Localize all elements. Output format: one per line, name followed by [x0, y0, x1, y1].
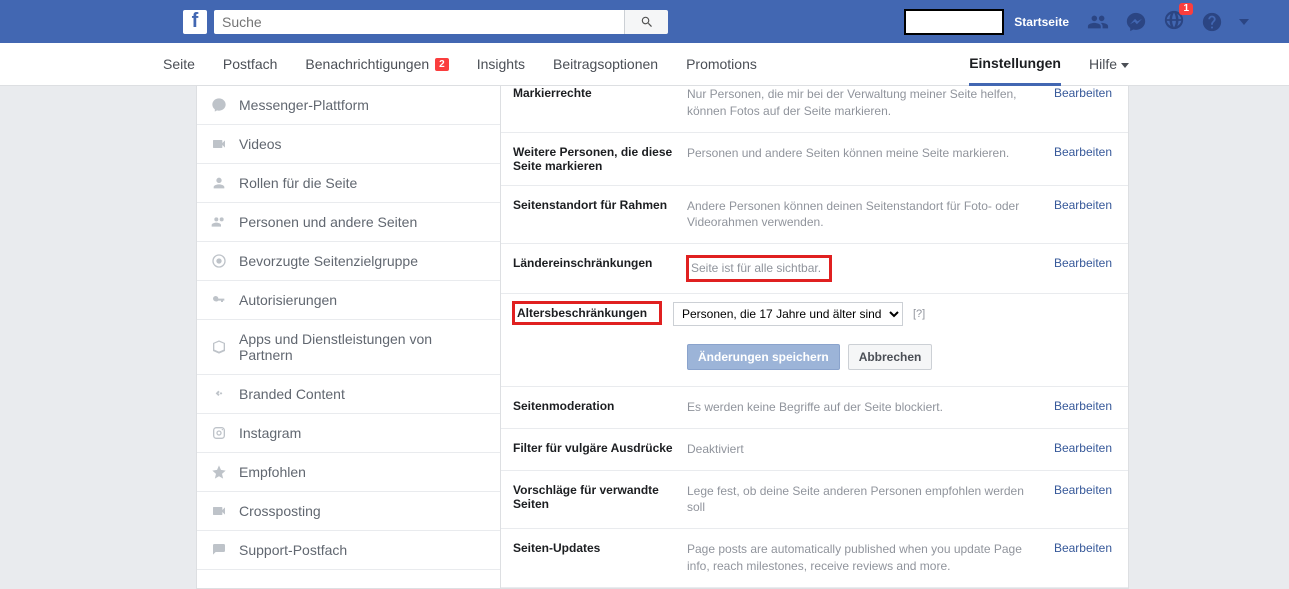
row-label-age: Altersbeschränkungen [513, 302, 661, 324]
row-desc-frame-loc: Andere Personen können deinen Seitenstan… [687, 198, 1042, 232]
edit-link-updates[interactable]: Bearbeiten [1054, 541, 1112, 575]
settings-panel: Markierrechte Nur Personen, die mir bei … [501, 86, 1129, 589]
edit-link-profanity[interactable]: Bearbeiten [1054, 441, 1112, 458]
notification-badge: 1 [1179, 3, 1193, 15]
edit-link-others-tag[interactable]: Bearbeiten [1054, 145, 1112, 173]
row-label-profanity: Filter für vulgäre Ausdrücke [513, 441, 675, 458]
key-icon [211, 292, 227, 308]
row-desc-updates: Page posts are automatically published w… [687, 541, 1042, 575]
instagram-icon [211, 425, 227, 441]
row-label-tagrights: Markierrechte [513, 86, 675, 120]
search-input[interactable] [214, 10, 624, 34]
sidebar-item-label: Bevorzugte Seitenzielgruppe [239, 253, 418, 269]
settings-sidebar: Messenger-Plattform Videos Rollen für di… [196, 86, 501, 589]
notifications-button[interactable]: 1 [1163, 9, 1185, 34]
help-icon[interactable] [1201, 11, 1223, 33]
sidebar-item-label: Apps und Dienstleistungen von Partnern [239, 331, 486, 363]
row-desc-others-tag: Personen und andere Seiten können meine … [687, 145, 1042, 173]
home-link[interactable]: Startseite [1014, 15, 1069, 29]
star-icon [211, 464, 227, 480]
row-label-others-tag: Weitere Personen, die diese Seite markie… [513, 145, 675, 173]
row-desc-country: Seite ist für alle sichtbar. [687, 256, 831, 281]
row-label-country: Ländereinschränkungen [513, 256, 675, 281]
sidebar-item-authorizations[interactable]: Autorisierungen [197, 281, 500, 320]
sidebar-item-crossposting[interactable]: Crossposting [197, 492, 500, 531]
nav-page[interactable]: Seite [163, 43, 195, 86]
video-icon [211, 136, 227, 152]
age-restriction-select[interactable]: Personen, die 17 Jahre und älter sind [673, 302, 903, 326]
sidebar-item-audience[interactable]: Bevorzugte Seitenzielgruppe [197, 242, 500, 281]
person-icon [211, 175, 227, 191]
sidebar-item-label: Videos [239, 136, 282, 152]
sidebar-item-label: Branded Content [239, 386, 345, 402]
inbox-icon [211, 542, 227, 558]
sidebar-item-label: Support-Postfach [239, 542, 347, 558]
account-menu-caret[interactable] [1239, 19, 1249, 25]
edit-link-moderation[interactable]: Bearbeiten [1054, 399, 1112, 416]
target-icon [211, 253, 227, 269]
sidebar-item-videos[interactable]: Videos [197, 125, 500, 164]
row-desc-moderation: Es werden keine Begriffe auf der Seite b… [687, 399, 1042, 416]
sidebar-item-label: Messenger-Plattform [239, 97, 369, 113]
sidebar-item-label: Instagram [239, 425, 301, 441]
row-desc-tagrights: Nur Personen, die mir bei der Verwaltung… [687, 86, 1042, 120]
nav-settings[interactable]: Einstellungen [969, 43, 1061, 86]
friend-requests-icon[interactable] [1087, 11, 1109, 33]
edit-link-frame-loc[interactable]: Bearbeiten [1054, 198, 1112, 232]
row-desc-similar: Lege fest, ob deine Seite anderen Person… [687, 483, 1042, 517]
sidebar-item-label: Autorisierungen [239, 292, 337, 308]
sidebar-item-label: Personen und andere Seiten [239, 214, 417, 230]
nav-inbox[interactable]: Postfach [223, 43, 277, 86]
sidebar-item-label: Empfohlen [239, 464, 306, 480]
search-button[interactable] [624, 10, 668, 34]
nav-notif-badge: 2 [435, 58, 449, 71]
sidebar-item-instagram[interactable]: Instagram [197, 414, 500, 453]
facebook-logo[interactable]: f [183, 10, 207, 34]
sidebar-item-people[interactable]: Personen und andere Seiten [197, 203, 500, 242]
edit-link-country[interactable]: Bearbeiten [1054, 256, 1112, 281]
messenger-icon [211, 97, 227, 113]
row-label-moderation: Seitenmoderation [513, 399, 675, 416]
sidebar-item-partner-apps[interactable]: Apps und Dienstleistungen von Partnern [197, 320, 500, 375]
sidebar-item-branded-content[interactable]: Branded Content [197, 375, 500, 414]
sidebar-item-label: Rollen für die Seite [239, 175, 357, 191]
row-label-similar: Vorschläge für verwandte Seiten [513, 483, 675, 517]
edit-link-similar[interactable]: Bearbeiten [1054, 483, 1112, 517]
nav-insights[interactable]: Insights [477, 43, 525, 86]
messenger-icon[interactable] [1125, 11, 1147, 33]
save-button[interactable]: Änderungen speichern [687, 344, 840, 370]
nav-promotions[interactable]: Promotions [686, 43, 757, 86]
row-desc-profanity: Deaktiviert [687, 441, 1042, 458]
sidebar-item-featured[interactable]: Empfohlen [197, 453, 500, 492]
nav-publishing-tools[interactable]: Beitragsoptionen [553, 43, 658, 86]
nav-notifications[interactable]: Benachrichtigungen2 [305, 43, 448, 86]
handshake-icon [211, 386, 227, 402]
age-help-link[interactable]: [?] [913, 308, 925, 320]
people-icon [211, 214, 227, 230]
sidebar-item-support-inbox[interactable]: Support-Postfach [197, 531, 500, 570]
row-label-updates: Seiten-Updates [513, 541, 675, 575]
profile-chip[interactable] [904, 9, 1004, 35]
sidebar-item-page-roles[interactable]: Rollen für die Seite [197, 164, 500, 203]
cancel-button[interactable]: Abbrechen [848, 344, 933, 370]
box-icon [211, 339, 227, 355]
search-icon [640, 15, 654, 29]
edit-link-tagrights[interactable]: Bearbeiten [1054, 86, 1112, 120]
video-icon [211, 503, 227, 519]
sidebar-item-messenger[interactable]: Messenger-Plattform [197, 86, 500, 125]
row-label-frame-loc: Seitenstandort für Rahmen [513, 198, 675, 232]
nav-help[interactable]: Hilfe [1089, 56, 1129, 72]
sidebar-item-label: Crossposting [239, 503, 321, 519]
